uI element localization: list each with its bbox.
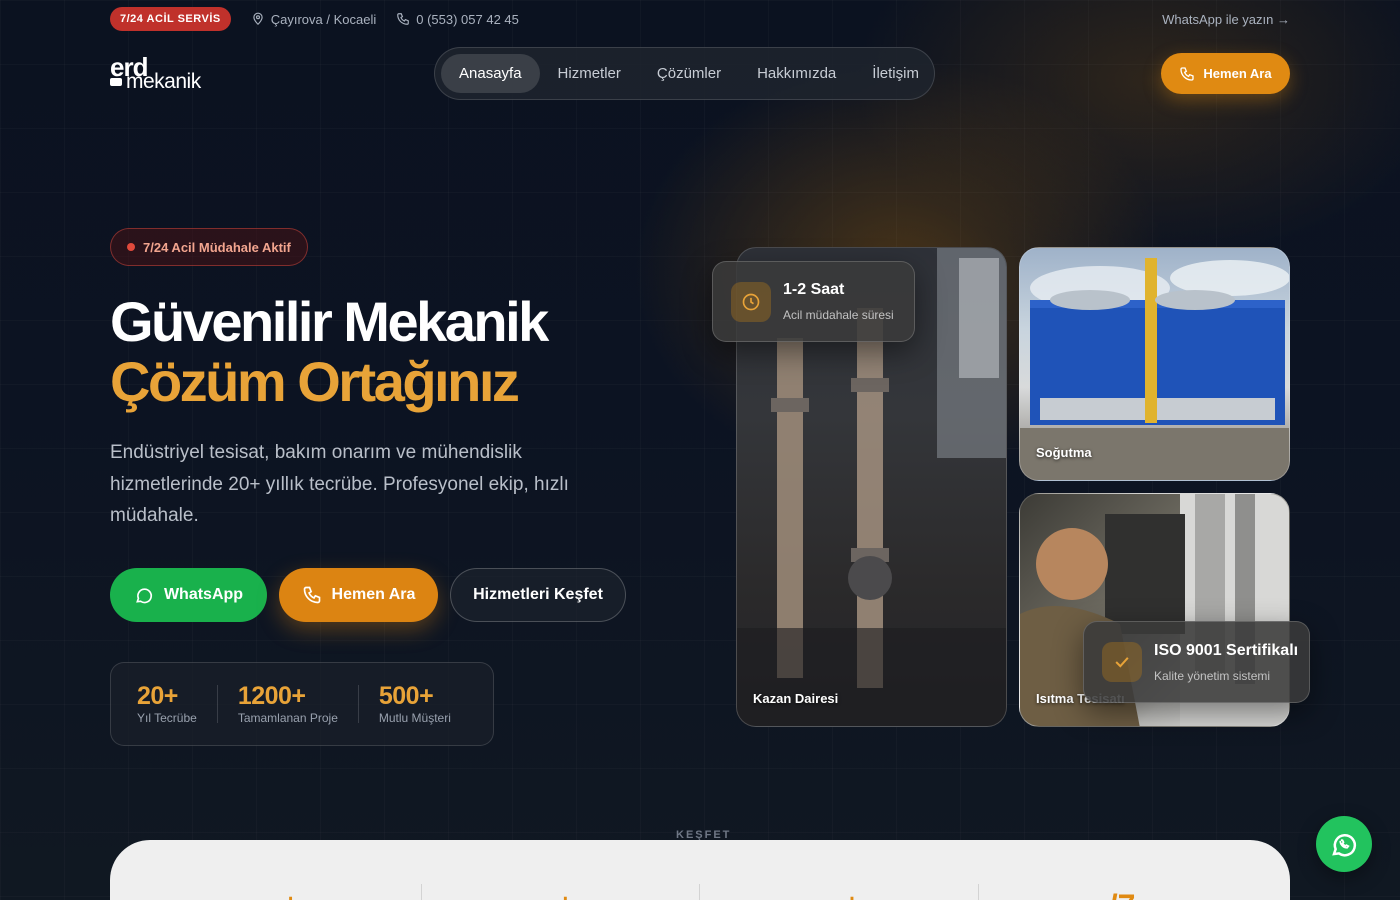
bottom-stat-divider (978, 884, 979, 900)
explore-services-button[interactable]: Hizmetleri Keşfet (450, 568, 626, 622)
top-bar: 7/24 ACİL SERVİS Çayırova / Kocaeli 0 (5… (110, 6, 1290, 32)
phone-icon (397, 13, 410, 25)
bottom-stat-suffix: + (283, 888, 298, 900)
whatsapp-floating-button[interactable] (1316, 816, 1372, 872)
whatsapp-button-label: WhatsApp (163, 586, 244, 603)
nav-item-anasayfa[interactable]: Anasayfa (441, 54, 540, 93)
logo[interactable]: erd mekanik (110, 52, 210, 96)
logo-line2: mekanik (126, 70, 201, 93)
stat-customers: 500+ Mutlu Müşteri (379, 683, 451, 725)
stat-value: 20+ (137, 682, 178, 710)
bottom-stat-suffix: /7 (1109, 888, 1136, 900)
status-pill: 7/24 Acil Müdahale Aktif (110, 228, 308, 266)
iso-title: ISO 9001 Sertifikalı (1154, 641, 1299, 659)
status-text: 7/24 Acil Müdahale Aktif (143, 239, 291, 255)
nav-item-cozumler[interactable]: Çözümler (639, 54, 739, 93)
nav-item-hakkimizda[interactable]: Hakkımızda (739, 54, 854, 93)
status-dot (127, 243, 135, 251)
main-nav: Anasayfa Hizmetler Çözümler Hakkımızda İ… (434, 47, 935, 100)
emergency-badge: 7/24 ACİL SERVİS (110, 7, 231, 31)
nav-item-iletisim[interactable]: İletişim (854, 54, 937, 93)
clock-icon (742, 293, 760, 310)
card-caption: Kazan Dairesi (753, 691, 839, 706)
hero-lead: Endüstriyel tesisat, bakım onarım ve müh… (110, 442, 569, 526)
phone-text: 0 (553) 057 42 45 (416, 11, 519, 27)
check-icon-wrap (1102, 642, 1142, 682)
iso-subtitle: Kalite yönetim sistemi (1154, 668, 1271, 683)
chat-bubble-icon (136, 588, 152, 604)
phone-link[interactable]: 0 (553) 057 42 45 (396, 12, 519, 27)
bottom-stats-panel: 500+ 20+ 1200+ 24/7 (110, 840, 1290, 900)
hero-title-line2: Çözüm Ortağınız (110, 350, 520, 413)
stat-divider (216, 685, 218, 723)
stat-divider (357, 685, 359, 723)
bottom-stat: 20+ (541, 888, 573, 900)
clock-icon-wrap (731, 281, 771, 322)
response-time-title: 1-2 Saat (783, 281, 845, 298)
stat-value: 500+ (378, 682, 434, 710)
bottom-stat: 1200+ (811, 888, 860, 900)
bottom-stat-suffix: + (558, 888, 573, 900)
response-time-subtitle: Acil müdahale süresi (783, 308, 894, 322)
bottom-stat: 500+ (258, 888, 298, 900)
bottom-stat-divider (699, 884, 700, 900)
call-button-label: Hemen Ara (331, 586, 416, 603)
location-text: Çayırova / Kocaeli (270, 11, 377, 27)
gallery-card-sogutma[interactable]: Soğutma (1019, 247, 1290, 481)
response-time-card: 1-2 Saat Acil müdahale süresi (712, 261, 915, 342)
whatsapp-top-link[interactable]: WhatsApp ile yazın → (1162, 12, 1290, 27)
header-call-label: Hemen Ara (1203, 66, 1272, 81)
stat-label: Mutlu Müşteri (378, 711, 451, 725)
nav-item-hizmetler[interactable]: Hizmetler (540, 54, 639, 93)
stat-label: Tamamlanan Proje (237, 711, 338, 725)
card-caption: Soğutma (1036, 445, 1092, 460)
phone-icon (303, 586, 320, 604)
iso-certificate-card: ISO 9001 Sertifikalı Kalite yönetim sist… (1083, 621, 1310, 703)
whatsapp-icon (1332, 834, 1357, 857)
check-icon (1115, 657, 1129, 668)
stat-label: Yıl Tecrübe (137, 711, 197, 725)
bottom-stat: 24/7 (1092, 888, 1136, 900)
bottom-stat-suffix: + (844, 888, 859, 900)
stat-experience: 20+ Yıl Tecrübe (137, 683, 197, 725)
header-call-button[interactable]: Hemen Ara (1161, 53, 1290, 94)
hero-stats: 20+ Yıl Tecrübe 1200+ Tamamlanan Proje 5… (110, 662, 494, 746)
whatsapp-button[interactable]: WhatsApp (110, 568, 267, 622)
location-pin-icon (253, 12, 263, 26)
bottom-stat-divider (421, 884, 422, 900)
stat-projects: 1200+ Tamamlanan Proje (238, 683, 338, 725)
stat-value: 1200+ (237, 682, 306, 710)
location-info: Çayırova / Kocaeli (251, 11, 377, 27)
call-button[interactable]: Hemen Ara (279, 568, 438, 622)
hero-title-line1: Güvenilir Mekanik (110, 290, 549, 353)
logo-mark (110, 78, 122, 86)
phone-icon (1180, 66, 1195, 81)
